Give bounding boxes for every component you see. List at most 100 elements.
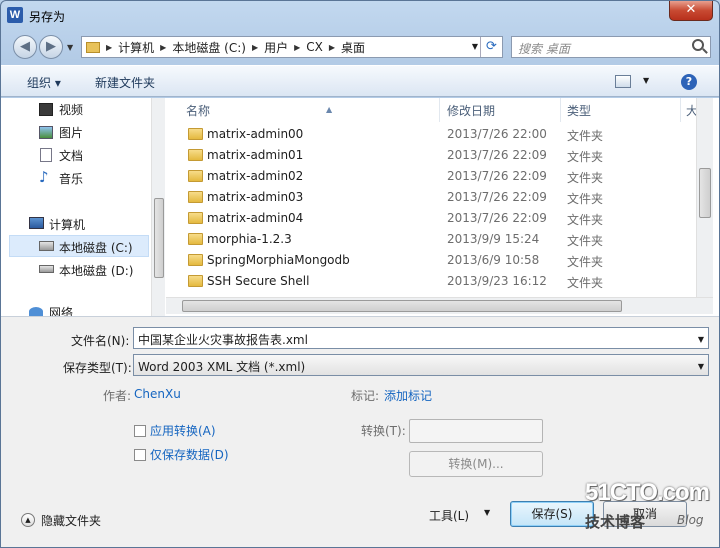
- add-tags-link[interactable]: 添加标记: [384, 387, 432, 404]
- apply-transform-label[interactable]: 应用转换(A): [150, 422, 216, 439]
- sidebar-item-pictures[interactable]: 图片: [59, 124, 83, 144]
- file-type: 文件夹: [567, 150, 604, 164]
- transform-select[interactable]: [409, 419, 543, 443]
- view-options-icon[interactable]: [615, 75, 631, 88]
- cancel-button[interactable]: 取消: [603, 501, 687, 527]
- breadcrumb-drive-c[interactable]: 本地磁盘 (C:): [172, 39, 246, 56]
- breadcrumb-computer[interactable]: 计算机: [118, 39, 154, 56]
- breadcrumb-separator-icon[interactable]: ▶: [160, 43, 166, 52]
- folder-icon: [188, 191, 203, 203]
- transform-button[interactable]: 转换(M)...: [409, 451, 543, 477]
- help-icon[interactable]: ?: [681, 74, 697, 90]
- file-type: 文件夹: [567, 213, 604, 227]
- title-bar: W 另存为 ✕: [1, 1, 719, 31]
- organize-button[interactable]: 组织 ▾: [27, 74, 61, 91]
- table-row[interactable]: matrix-admin04 2013/7/26 22:09 文件夹: [166, 208, 706, 229]
- author-value[interactable]: ChenXu: [134, 387, 181, 401]
- filename-input[interactable]: 中国某企业火灾事故报告表.xml ▼: [133, 327, 709, 349]
- file-list-horizontal-scrollbar[interactable]: [166, 297, 713, 314]
- back-button[interactable]: ◀: [13, 35, 37, 59]
- address-chevron-down-icon[interactable]: ▼: [472, 42, 478, 51]
- file-name: matrix-admin02: [207, 169, 304, 183]
- sidebar-item-network[interactable]: 网络: [49, 304, 73, 316]
- data-only-checkbox[interactable]: [134, 449, 146, 461]
- filename-value: 中国某企业火灾事故报告表.xml: [138, 333, 308, 347]
- file-date: 2013/9/23 16:12: [447, 274, 547, 288]
- file-type: 文件夹: [567, 276, 604, 290]
- computer-icon: [29, 217, 44, 229]
- close-button[interactable]: ✕: [669, 1, 713, 21]
- breadcrumb-users[interactable]: 用户: [264, 39, 288, 56]
- file-type: 文件夹: [567, 192, 604, 206]
- network-icon: [29, 307, 43, 316]
- file-date: 2013/7/26 22:00: [447, 127, 547, 141]
- refresh-icon[interactable]: ⟳: [480, 37, 502, 57]
- file-list: 名称 ▲ 修改日期 类型 大 matrix-admin00 2013/7/26 2…: [166, 98, 719, 316]
- column-header-name[interactable]: 名称 ▲: [186, 98, 440, 122]
- table-row[interactable]: SpringMorphiaMongodb 2013/6/9 10:58 文件夹: [166, 250, 706, 271]
- folder-icon: [188, 212, 203, 224]
- save-button[interactable]: 保存(S): [510, 501, 594, 527]
- search-placeholder: 搜索 桌面: [518, 42, 570, 56]
- breadcrumb-separator-icon[interactable]: ▶: [329, 43, 335, 52]
- table-row[interactable]: SSH Secure Shell 2013/9/23 16:12 文件夹: [166, 271, 706, 292]
- new-folder-button[interactable]: 新建文件夹: [95, 74, 155, 91]
- scroll-thumb[interactable]: [699, 168, 711, 218]
- folder-icon: [188, 128, 203, 140]
- folder-icon: [188, 149, 203, 161]
- data-only-label[interactable]: 仅保存数据(D): [150, 446, 229, 463]
- search-input[interactable]: 搜索 桌面: [511, 36, 711, 58]
- breadcrumb-cx[interactable]: CX: [306, 40, 323, 54]
- search-icon[interactable]: [692, 39, 704, 51]
- file-name: SpringMorphiaMongodb: [207, 253, 350, 267]
- drive-c-icon: [39, 241, 54, 251]
- sidebar-item-documents[interactable]: 文档: [59, 147, 83, 167]
- view-chevron-down-icon[interactable]: ▼: [643, 76, 649, 85]
- command-toolbar: 组织 ▾ 新建文件夹 ▼ ?: [1, 65, 719, 97]
- folder-icon: [188, 170, 203, 182]
- column-header-date[interactable]: 修改日期: [447, 98, 561, 122]
- browser-area: 视频 图片 文档 ♪ 音乐 计算机 本地磁盘 (C:) 本地磁盘 (D:) 网络…: [1, 98, 719, 316]
- table-row[interactable]: morphia-1.2.3 2013/9/9 15:24 文件夹: [166, 229, 706, 250]
- folder-icon: [86, 41, 100, 53]
- documents-icon: [40, 148, 52, 162]
- filename-chevron-down-icon[interactable]: ▼: [698, 335, 704, 344]
- table-row[interactable]: matrix-admin01 2013/7/26 22:09 文件夹: [166, 145, 706, 166]
- file-date: 2013/7/26 22:09: [447, 211, 547, 225]
- transform-label: 转换(T):: [361, 424, 406, 438]
- sidebar-item-drive-c[interactable]: 本地磁盘 (C:): [59, 239, 133, 259]
- scroll-thumb[interactable]: [154, 198, 164, 278]
- table-row[interactable]: matrix-admin00 2013/7/26 22:00 文件夹: [166, 124, 706, 145]
- forward-button[interactable]: ▶: [39, 35, 63, 59]
- tools-button[interactable]: 工具(L): [429, 507, 469, 524]
- collapse-up-icon[interactable]: ▲: [21, 513, 35, 527]
- breadcrumb-desktop[interactable]: 桌面: [341, 39, 365, 56]
- tools-chevron-down-icon[interactable]: ▼: [484, 508, 490, 517]
- sidebar-item-music[interactable]: 音乐: [59, 170, 83, 190]
- filetype-chevron-down-icon[interactable]: ▼: [698, 362, 704, 371]
- filetype-select[interactable]: Word 2003 XML 文档 (*.xml) ▼: [133, 354, 709, 376]
- recent-pages-chevron-down-icon[interactable]: ▼: [67, 43, 73, 52]
- file-type: 文件夹: [567, 255, 604, 269]
- table-row[interactable]: matrix-admin02 2013/7/26 22:09 文件夹: [166, 166, 706, 187]
- navigation-pane: 视频 图片 文档 ♪ 音乐 计算机 本地磁盘 (C:) 本地磁盘 (D:) 网络: [1, 98, 165, 316]
- column-header-size[interactable]: 大: [686, 98, 696, 122]
- breadcrumb-separator-icon[interactable]: ▶: [294, 43, 300, 52]
- hide-folders-button[interactable]: 隐藏文件夹: [41, 512, 101, 529]
- column-header-type[interactable]: 类型: [567, 98, 681, 122]
- table-row[interactable]: matrix-admin03 2013/7/26 22:09 文件夹: [166, 187, 706, 208]
- filename-label: 文件名(N):: [71, 334, 130, 348]
- folder-icon: [188, 275, 203, 287]
- breadcrumb-separator-icon[interactable]: ▶: [252, 43, 258, 52]
- apply-transform-checkbox[interactable]: [134, 425, 146, 437]
- sidebar-item-drive-d[interactable]: 本地磁盘 (D:): [59, 262, 133, 282]
- sidebar-item-computer[interactable]: 计算机: [49, 216, 85, 236]
- address-bar[interactable]: ▶ 计算机 ▶ 本地磁盘 (C:) ▶ 用户 ▶ CX ▶ 桌面 ▼ ⟳: [81, 36, 503, 58]
- file-name: SSH Secure Shell: [207, 274, 310, 288]
- sidebar-item-video[interactable]: 视频: [59, 101, 83, 121]
- column-name-label: 名称: [186, 104, 211, 118]
- breadcrumb-separator-icon[interactable]: ▶: [106, 43, 112, 52]
- navigation-scrollbar[interactable]: [151, 98, 165, 316]
- scroll-thumb[interactable]: [182, 300, 622, 312]
- file-list-vertical-scrollbar[interactable]: [696, 98, 713, 298]
